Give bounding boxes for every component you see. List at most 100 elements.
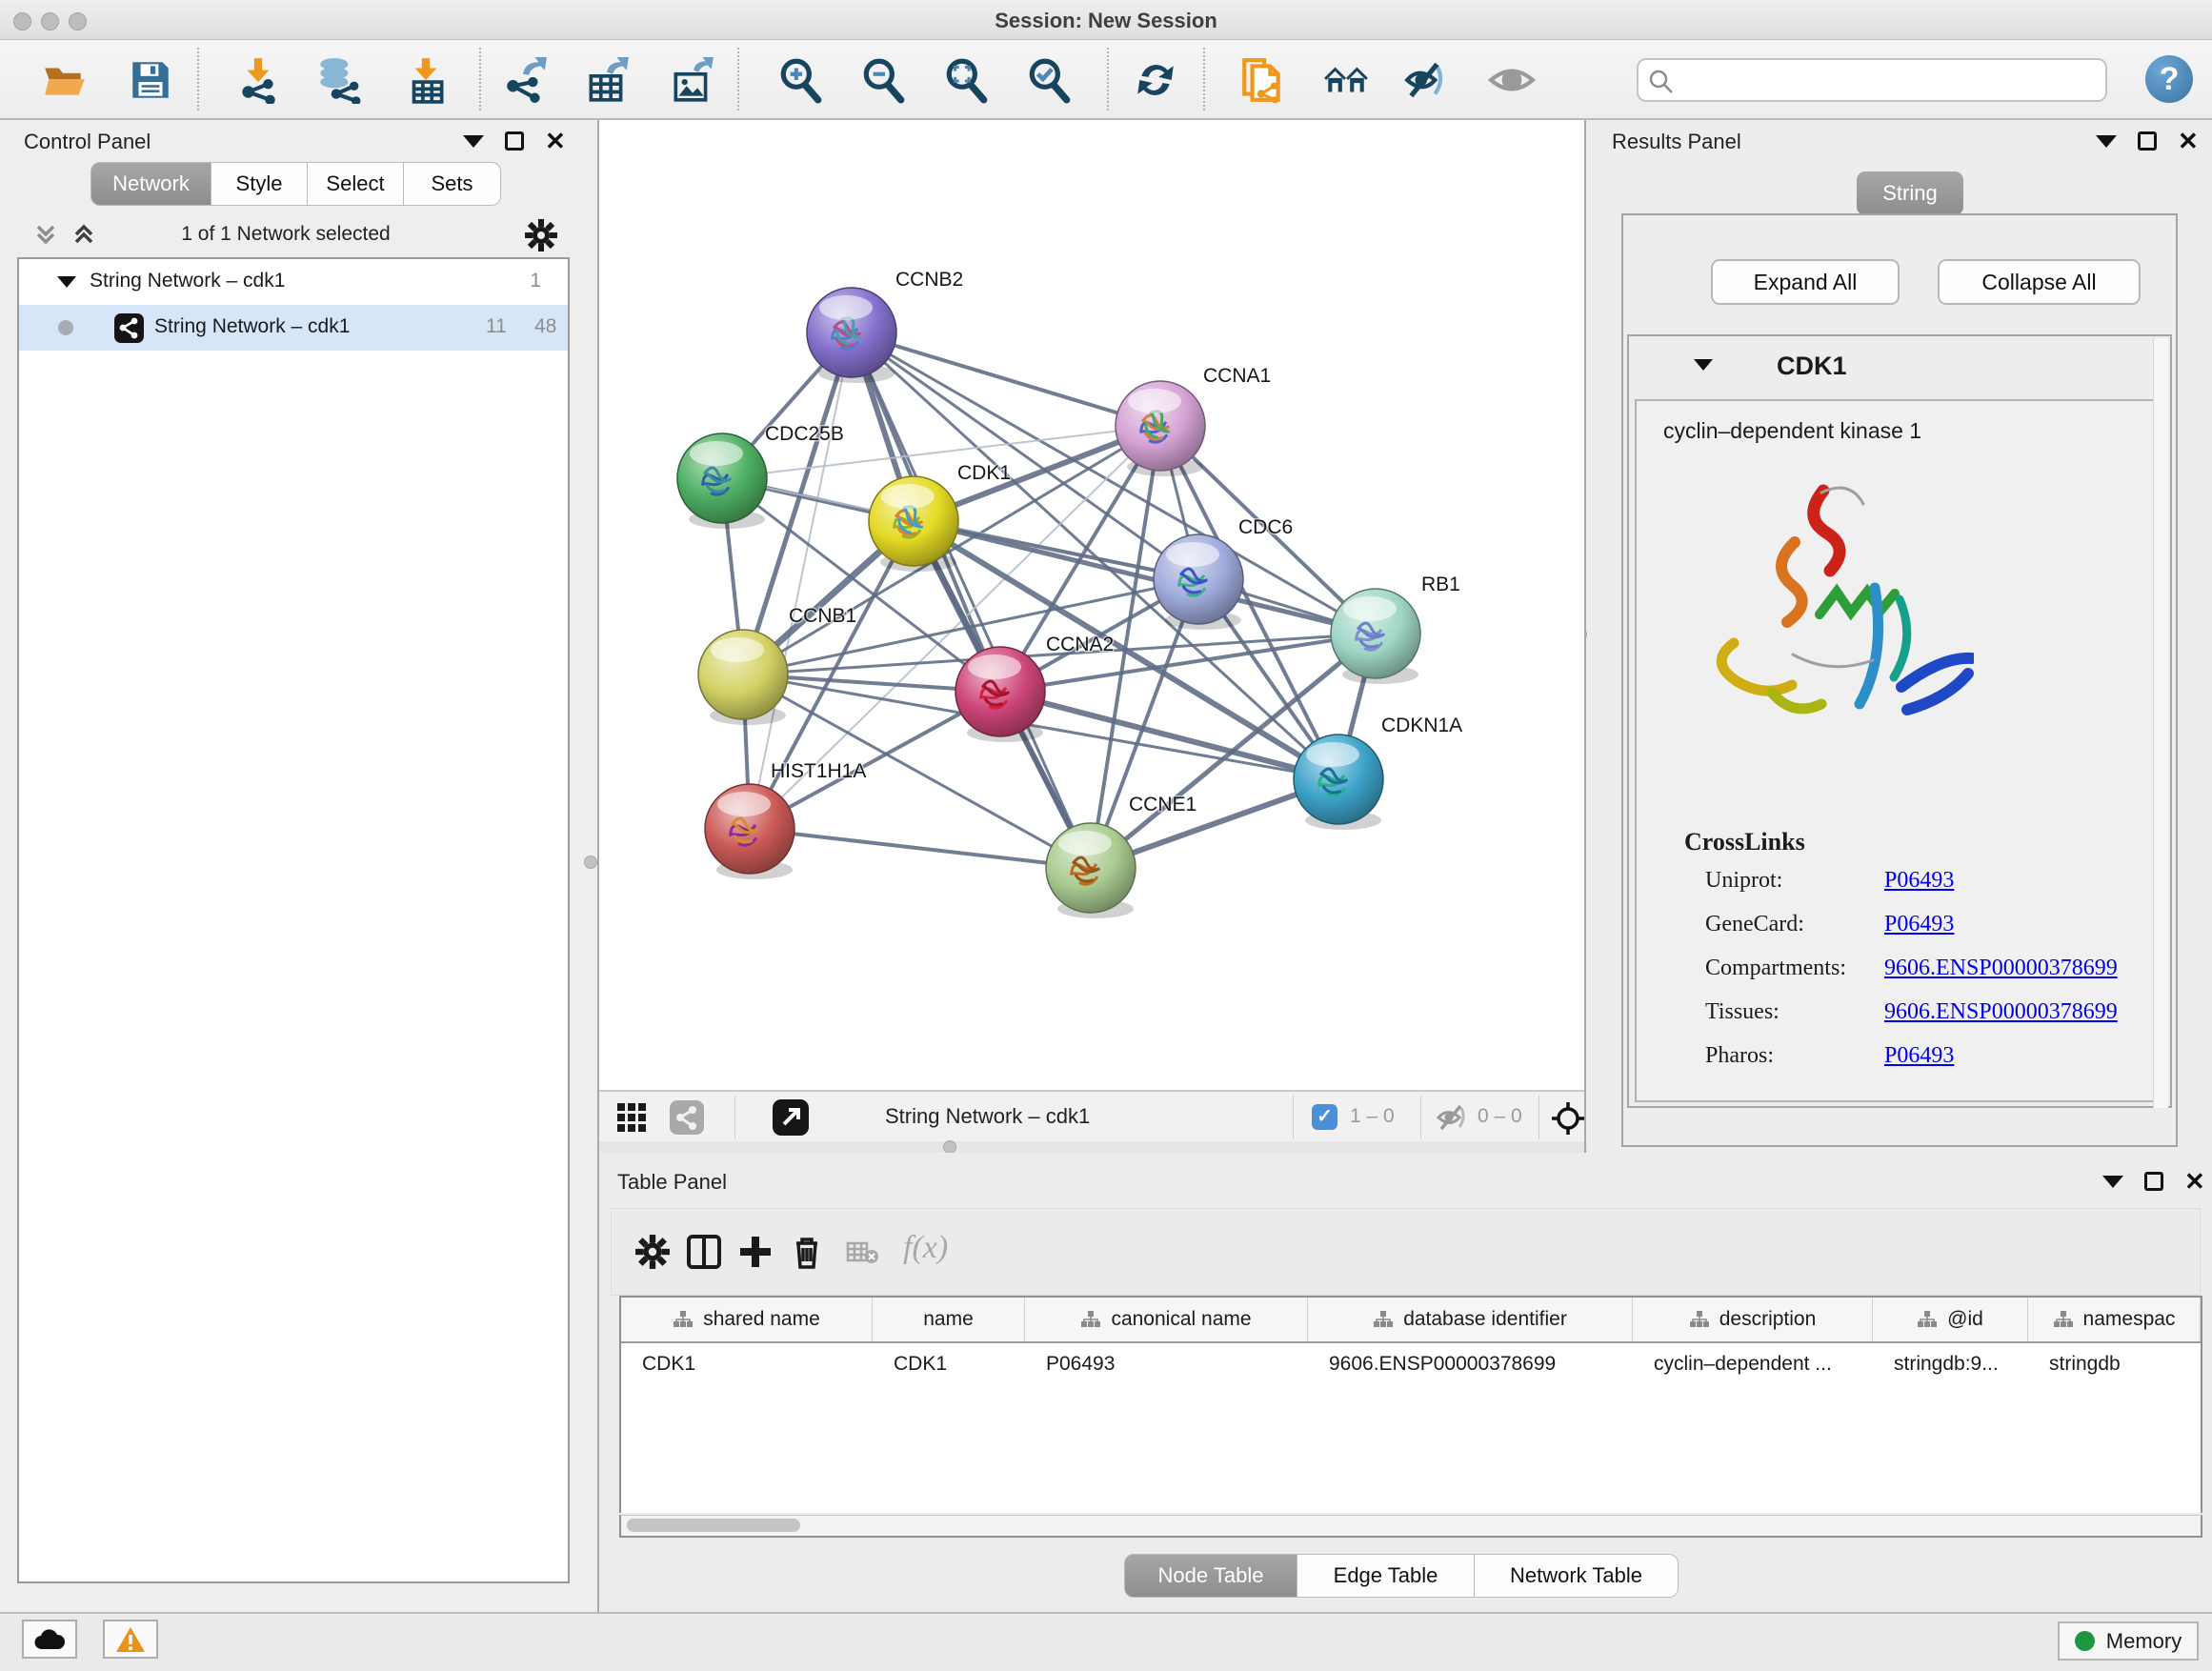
tab-network-table[interactable]: Network Table — [1475, 1554, 1679, 1598]
tab-style[interactable]: Style — [211, 162, 308, 206]
collection-expand-icon[interactable] — [57, 276, 76, 288]
crosslink-link[interactable]: P06493 — [1884, 912, 1954, 937]
network-row[interactable]: String Network – cdk1 11 48 — [19, 305, 568, 351]
table-header-row: shared namenamecanonical namedatabase id… — [621, 1298, 2201, 1343]
network-node-ccna1[interactable] — [1116, 381, 1205, 476]
results-panel-collapse-icon[interactable] — [2096, 135, 2117, 148]
selected-items-checkbox[interactable]: ✓ — [1312, 1104, 1337, 1130]
network-node-hist1h1a[interactable] — [705, 784, 794, 879]
open-session-icon[interactable] — [41, 56, 89, 104]
column-header-label: description — [1719, 1308, 1817, 1331]
export-network-icon[interactable] — [501, 56, 549, 104]
zoom-selected-icon[interactable] — [1025, 56, 1073, 104]
import-table-icon[interactable] — [402, 56, 450, 104]
gene-section-expand-icon[interactable] — [1694, 359, 1713, 371]
zoom-fit-icon[interactable] — [942, 56, 990, 104]
network-node-cdc6[interactable] — [1154, 534, 1243, 630]
column-header-namespac[interactable]: namespac — [2028, 1298, 2201, 1341]
control-panel-collapse-icon[interactable] — [463, 135, 484, 148]
tab-select[interactable]: Select — [308, 162, 404, 206]
network-node-ccna2[interactable] — [955, 647, 1045, 742]
export-table-icon[interactable] — [583, 56, 631, 104]
gene-section-header[interactable]: CDK1 — [1629, 336, 2170, 397]
expand-all-button[interactable]: Expand All — [1711, 259, 1900, 305]
network-view-icon[interactable] — [670, 1100, 704, 1135]
column-header-shared-name[interactable]: shared name — [621, 1298, 873, 1341]
crosslink-link[interactable]: P06493 — [1884, 1043, 1954, 1069]
table-cell[interactable]: 9606.ENSP00000378699 — [1308, 1343, 1633, 1385]
open-in-window-icon[interactable] — [773, 1099, 809, 1136]
network-node-ccne1[interactable] — [1046, 823, 1136, 918]
table-cell[interactable]: CDK1 — [873, 1343, 1025, 1385]
table-panel-float-icon[interactable] — [2144, 1172, 2163, 1191]
table-cell[interactable]: CDK1 — [621, 1343, 873, 1385]
column-header--id[interactable]: @id — [1873, 1298, 2028, 1341]
column-header-description[interactable]: description — [1633, 1298, 1873, 1341]
column-header-database-identifier[interactable]: database identifier — [1308, 1298, 1633, 1341]
tab-network[interactable]: Network — [90, 162, 211, 206]
table-hscrollbar-thumb[interactable] — [627, 1519, 800, 1532]
search-input[interactable] — [1682, 64, 2092, 96]
network-canvas[interactable]: CCNB2CCNA1CDC25BCDK1CDC6RB1CCNB1CCNA2CDK… — [599, 120, 1584, 1090]
import-network-file-icon[interactable] — [234, 56, 282, 104]
export-image-icon[interactable] — [668, 56, 715, 104]
crosslink-link[interactable]: P06493 — [1884, 868, 1954, 894]
column-header-canonical-name[interactable]: canonical name — [1025, 1298, 1308, 1341]
crosslink-link[interactable]: 9606.ENSP00000378699 — [1884, 999, 2118, 1025]
network-node-cdc25b[interactable] — [677, 433, 767, 529]
delete-column-icon[interactable] — [789, 1234, 825, 1270]
network-collection-row[interactable]: String Network – cdk1 1 — [19, 259, 568, 305]
splitter-handle[interactable] — [943, 1140, 956, 1154]
warnings-button[interactable] — [103, 1620, 158, 1659]
panel-divider[interactable] — [1584, 120, 1586, 1153]
table-cell[interactable]: cyclin–dependent ... — [1633, 1343, 1873, 1385]
string-network-graph[interactable]: CCNB2CCNA1CDC25BCDK1CDC6RB1CCNB1CCNA2CDK… — [599, 120, 1584, 1090]
show-columns-icon[interactable] — [686, 1234, 722, 1270]
refresh-icon[interactable] — [1132, 56, 1179, 104]
network-node-cdkn1a[interactable] — [1294, 735, 1383, 830]
table-options-gear-icon[interactable] — [634, 1234, 671, 1270]
import-network-database-icon[interactable] — [314, 56, 362, 104]
show-graphics-details-icon[interactable] — [1488, 56, 1536, 104]
window-title: Session: New Session — [0, 9, 2212, 33]
clone-network-icon[interactable] — [1238, 56, 1286, 104]
table-row[interactable]: CDK1CDK1P064939606.ENSP00000378699cyclin… — [621, 1343, 2201, 1385]
table-hscrollbar[interactable] — [619, 1515, 2202, 1538]
results-panel-float-icon[interactable] — [2138, 131, 2157, 151]
splitter-handle[interactable] — [584, 856, 597, 869]
network-node-ccnb1[interactable] — [698, 630, 788, 725]
tab-edge-table[interactable]: Edge Table — [1297, 1554, 1475, 1598]
cloud-button[interactable] — [22, 1620, 77, 1659]
crosslink-link[interactable]: 9606.ENSP00000378699 — [1884, 956, 2118, 981]
tab-string[interactable]: String — [1857, 171, 1963, 215]
add-column-icon[interactable] — [737, 1234, 774, 1270]
homes-icon[interactable] — [1322, 56, 1370, 104]
table-panel-collapse-icon[interactable] — [2102, 1176, 2123, 1188]
control-panel-float-icon[interactable] — [505, 131, 524, 151]
zoom-out-icon[interactable] — [859, 56, 907, 104]
grid-view-icon[interactable] — [616, 1102, 647, 1133]
results-scrollbar[interactable] — [2153, 338, 2168, 1108]
table-cell[interactable]: P06493 — [1025, 1343, 1308, 1385]
collapse-all-button[interactable]: Collapse All — [1938, 259, 2141, 305]
table-cell[interactable]: stringdb — [2028, 1343, 2201, 1385]
memory-button[interactable]: Memory — [2058, 1621, 2199, 1661]
tab-node-table[interactable]: Node Table — [1124, 1554, 1297, 1598]
crosslink-row: Uniprot:P06493 — [1705, 868, 2153, 894]
network-options-gear-icon[interactable] — [524, 218, 558, 252]
search-box[interactable] — [1637, 58, 2107, 102]
help-button[interactable]: ? — [2145, 55, 2193, 103]
control-panel-close-icon[interactable]: ✕ — [545, 131, 566, 151]
table-panel-close-icon[interactable]: ✕ — [2184, 1172, 2205, 1191]
tab-sets[interactable]: Sets — [404, 162, 501, 206]
node-table[interactable]: shared namenamecanonical namedatabase id… — [619, 1296, 2202, 1513]
network-node-cdk1[interactable] — [869, 476, 958, 572]
hide-graphics-details-icon[interactable] — [1403, 56, 1451, 104]
column-header-name[interactable]: name — [873, 1298, 1025, 1341]
zoom-in-icon[interactable] — [776, 56, 824, 104]
network-node-rb1[interactable] — [1331, 589, 1420, 684]
save-session-icon[interactable] — [127, 56, 174, 104]
birds-eye-view-icon[interactable] — [1550, 1100, 1586, 1137]
table-cell[interactable]: stringdb:9... — [1873, 1343, 2028, 1385]
results-panel-close-icon[interactable]: ✕ — [2178, 131, 2199, 151]
